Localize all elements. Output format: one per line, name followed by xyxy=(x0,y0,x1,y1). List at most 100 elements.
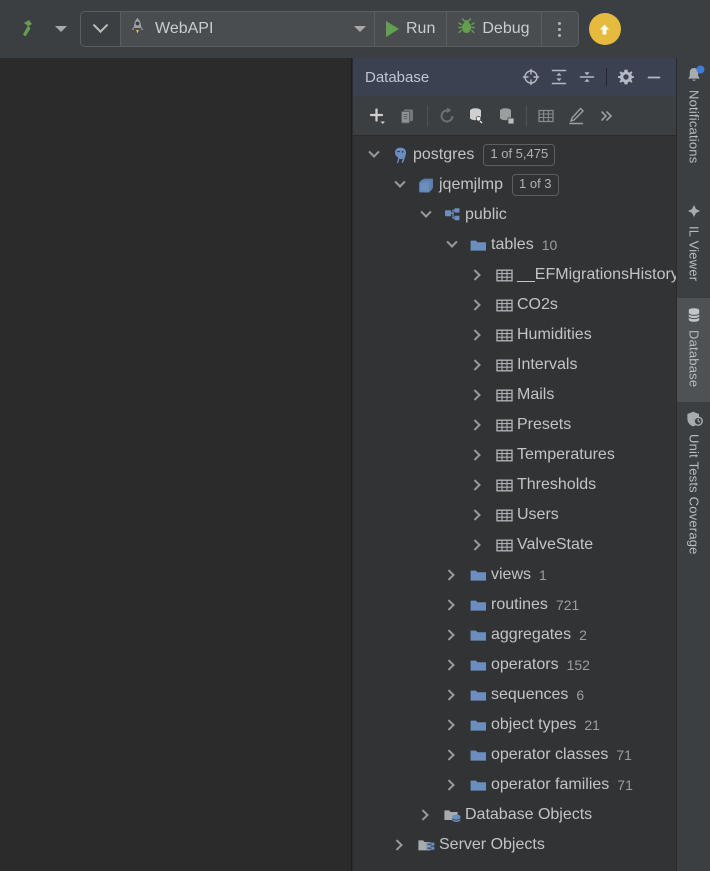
run-configuration-selector[interactable]: WebAPI xyxy=(121,12,374,46)
chevron-right-icon[interactable] xyxy=(465,410,491,440)
tree-node-operators[interactable]: operators 152 xyxy=(353,650,676,680)
server-objects-icon xyxy=(413,830,439,860)
folder-icon xyxy=(465,620,491,650)
tree-node-routines[interactable]: routines 721 xyxy=(353,590,676,620)
tree-node-thresholds[interactable]: Thresholds xyxy=(353,470,676,500)
tree-node-views[interactable]: views 1 xyxy=(353,560,676,590)
chevron-right-icon[interactable] xyxy=(465,260,491,290)
tree-node-operator-families[interactable]: operator families 71 xyxy=(353,770,676,800)
tree-node-public[interactable]: public xyxy=(353,200,676,230)
tree-node-jqemjlmp[interactable]: jqemjlmp 1 of 3 xyxy=(353,170,676,200)
tree-node-mails[interactable]: Mails xyxy=(353,380,676,410)
arrow-up-circle-icon[interactable] xyxy=(588,13,621,45)
chevron-right-icon[interactable] xyxy=(439,710,465,740)
table-icon xyxy=(491,260,517,290)
postgres-elephant-icon xyxy=(387,140,413,170)
hammer-icon[interactable] xyxy=(14,14,48,44)
chevron-right-icon[interactable] xyxy=(465,500,491,530)
tree-node-sequences[interactable]: sequences 6 xyxy=(353,680,676,710)
folder-icon xyxy=(465,740,491,770)
chevron-down-icon[interactable] xyxy=(361,140,387,170)
minimize-icon[interactable] xyxy=(640,63,668,91)
edit-pencil-icon[interactable] xyxy=(561,101,591,131)
vertical-dots-icon[interactable] xyxy=(542,12,578,46)
crosshair-target-icon[interactable] xyxy=(517,63,545,91)
chevron-right-icon[interactable] xyxy=(439,560,465,590)
tree-node-label: operator classes xyxy=(491,746,609,763)
editor-area[interactable] xyxy=(0,58,352,871)
tree-node-label: operators xyxy=(491,656,559,673)
tree-node-label: Presets xyxy=(517,416,572,433)
tree-node-label: Mails xyxy=(517,386,555,403)
bell-icon xyxy=(685,65,705,84)
stripe-item-label: Unit Tests Coverage xyxy=(686,434,702,555)
tree-node-postgres[interactable]: postgres 1 of 5,475 xyxy=(353,140,676,170)
chevron-right-icon[interactable] xyxy=(465,290,491,320)
tree-node-label: jqemjlmp xyxy=(439,176,504,193)
run-configuration-name: WebAPI xyxy=(155,20,214,37)
stripe-item-notifications[interactable]: Notifications xyxy=(677,58,710,194)
tree-node-label: views xyxy=(491,566,532,583)
chevron-right-icon[interactable] xyxy=(439,620,465,650)
stripe-item-label: Notifications xyxy=(686,90,702,164)
refresh-icon[interactable] xyxy=(432,101,462,131)
tree-node-badge: 1 of 3 xyxy=(512,174,559,196)
database-stop-icon[interactable] xyxy=(492,101,522,131)
chevron-right-icon[interactable] xyxy=(439,740,465,770)
copy-icon[interactable] xyxy=(393,101,423,131)
tree-node-database-objects[interactable]: Database Objects xyxy=(353,800,676,830)
chevron-right-icon[interactable] xyxy=(439,590,465,620)
tree-node-intervals[interactable]: Intervals xyxy=(353,350,676,380)
folder-icon xyxy=(465,590,491,620)
chevron-down-icon[interactable] xyxy=(439,230,465,260)
tree-node-count: 6 xyxy=(576,687,585,703)
recent-configurations-button[interactable] xyxy=(81,12,121,46)
tree-node-humidities[interactable]: Humidities xyxy=(353,320,676,350)
stripe-item-database[interactable]: Database xyxy=(677,298,710,402)
database-wrench-icon[interactable] xyxy=(462,101,492,131)
settings-gear-icon[interactable] xyxy=(612,63,640,91)
stripe-item-unit-tests-coverage[interactable]: Unit Tests Coverage xyxy=(677,402,710,584)
tree-node-efmigrationshistory[interactable]: __EFMigrationsHistory xyxy=(353,260,676,290)
chevron-right-icon[interactable] xyxy=(465,350,491,380)
chevron-right-icon[interactable] xyxy=(465,440,491,470)
stripe-item-label: Database xyxy=(686,330,702,388)
tree-node-co2s[interactable]: CO2s xyxy=(353,290,676,320)
expand-all-icon[interactable] xyxy=(545,63,573,91)
chevron-down-icon[interactable] xyxy=(354,26,366,32)
tree-node-server-objects[interactable]: Server Objects xyxy=(353,830,676,860)
right-tool-window-stripe: Notifications IL Viewer Database Unit Tests… xyxy=(676,58,710,871)
chevron-right-icon[interactable] xyxy=(439,680,465,710)
chevron-right-icon[interactable] xyxy=(439,770,465,800)
diamond-icon xyxy=(685,202,703,220)
tree-node-presets[interactable]: Presets xyxy=(353,410,676,440)
tree-node-label: public xyxy=(465,206,507,223)
chevron-right-icon[interactable] xyxy=(387,830,413,860)
chevrons-right-icon[interactable] xyxy=(591,101,621,131)
tree-node-label: sequences xyxy=(491,686,569,703)
chevron-right-icon[interactable] xyxy=(465,530,491,560)
debug-button[interactable]: Debug xyxy=(447,12,540,46)
tree-node-aggregates[interactable]: aggregates 2 xyxy=(353,620,676,650)
chevron-right-icon[interactable] xyxy=(439,650,465,680)
tree-node-operator-classes[interactable]: operator classes 71 xyxy=(353,740,676,770)
tree-node-valvestate[interactable]: ValveState xyxy=(353,530,676,560)
folder-icon xyxy=(465,770,491,800)
chevron-right-icon[interactable] xyxy=(413,800,439,830)
tree-node-users[interactable]: Users xyxy=(353,500,676,530)
chevron-right-icon[interactable] xyxy=(465,320,491,350)
tree-node-tables[interactable]: tables 10 xyxy=(353,230,676,260)
collapse-all-icon[interactable] xyxy=(573,63,601,91)
chevron-down-icon[interactable] xyxy=(387,170,413,200)
add-plus-icon[interactable] xyxy=(363,101,393,131)
table-grid-icon[interactable] xyxy=(531,101,561,131)
chevron-right-icon[interactable] xyxy=(465,380,491,410)
build-dropdown-icon[interactable] xyxy=(48,14,74,44)
run-button[interactable]: Run xyxy=(375,12,446,46)
chevron-right-icon[interactable] xyxy=(465,470,491,500)
tree-node-temperatures[interactable]: Temperatures xyxy=(353,440,676,470)
stripe-item-il-viewer[interactable]: IL Viewer xyxy=(677,194,710,298)
tree-node-object-types[interactable]: object types 21 xyxy=(353,710,676,740)
chevron-down-icon[interactable] xyxy=(413,200,439,230)
divider xyxy=(606,68,607,86)
